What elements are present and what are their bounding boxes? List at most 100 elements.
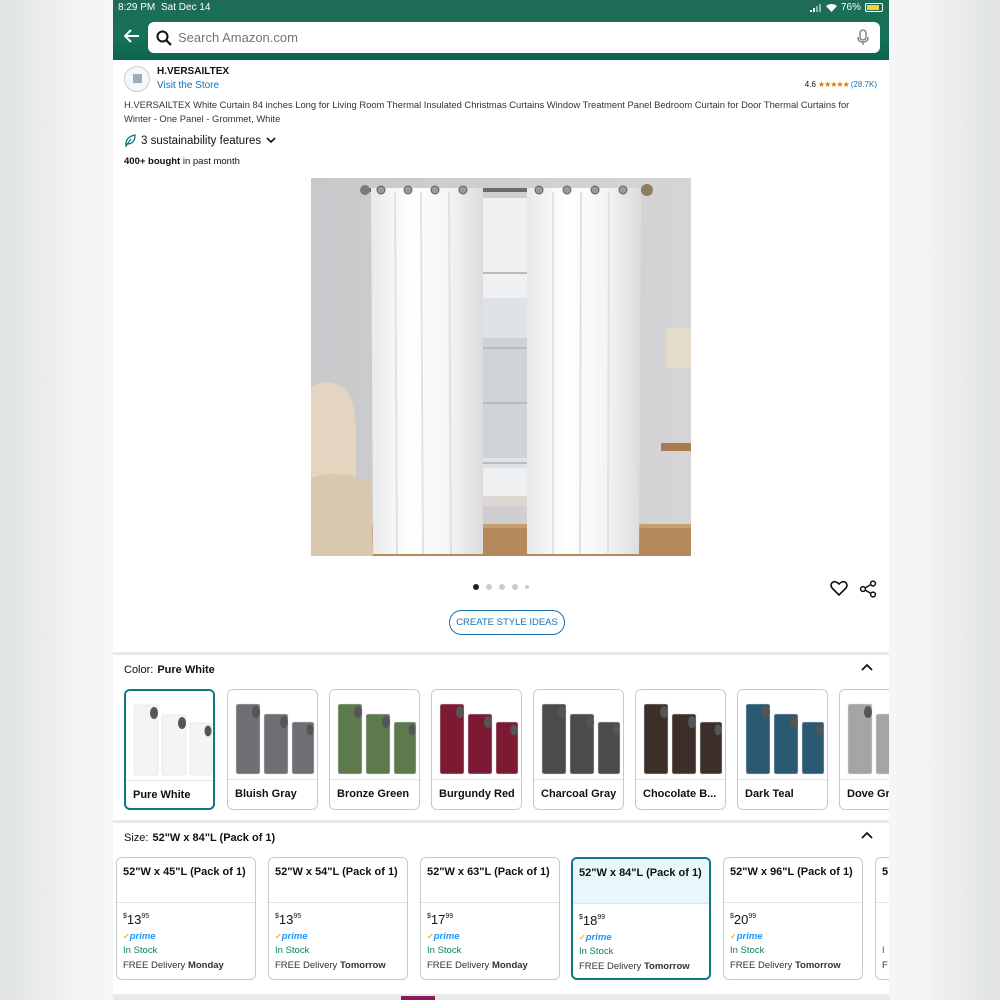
color-option[interactable]: Dove Gr	[839, 689, 889, 810]
delivery-info: FREE Delivery Tomorrow	[730, 960, 841, 971]
carousel-dot[interactable]	[473, 584, 479, 590]
size-option[interactable]: 52"W x 63"L (Pack of 1) $1799 ✓prime In Sto…	[420, 857, 560, 980]
size-option[interactable]: 5 IF	[875, 857, 889, 980]
bottom-bar	[113, 994, 889, 1000]
color-option-image	[636, 690, 725, 780]
product-image[interactable]	[311, 178, 691, 556]
image-carousel-dots[interactable]	[473, 584, 529, 590]
delivery-day: Monday	[187, 960, 224, 971]
microphone-icon[interactable]	[856, 29, 870, 46]
color-option-image	[738, 690, 827, 780]
delivery-info: FREE Delivery Tomorrow	[275, 960, 386, 971]
price-dollars: 18	[582, 913, 598, 928]
search-bar[interactable]	[148, 22, 880, 53]
leaf-icon	[125, 134, 136, 147]
status-date: Sat Dec 14	[161, 2, 211, 13]
delivery-prefix: FREE Delivery	[730, 960, 793, 971]
size-option-name: 52"W x 45"L (Pack of 1)	[117, 858, 255, 903]
delivery-day: Monday	[491, 960, 528, 971]
sustainability-features[interactable]: 3 sustainability features	[124, 134, 276, 147]
delivery-info: F	[882, 960, 888, 971]
size-option[interactable]: 52"W x 84"L (Pack of 1) $1899 ✓prime In Sto…	[571, 857, 711, 980]
color-option[interactable]: Bronze Green	[329, 689, 420, 810]
color-option-image	[228, 690, 317, 780]
prime-badge: ✓prime	[123, 931, 156, 942]
size-option-name: 52"W x 54"L (Pack of 1)	[269, 858, 407, 903]
delivery-info: FREE Delivery Monday	[123, 960, 224, 971]
back-arrow-icon[interactable]	[121, 26, 143, 48]
signal-icon	[809, 3, 821, 12]
color-option-label: Pure White	[133, 789, 191, 801]
delivery-info: FREE Delivery Monday	[427, 960, 528, 971]
rating-value: 4.6	[804, 80, 816, 89]
size-option[interactable]: 52"W x 45"L (Pack of 1) $1395 ✓prime In Sto…	[116, 857, 256, 980]
prime-badge-label: prime	[281, 931, 308, 942]
create-style-ideas-button[interactable]: CREATE STYLE IDEAS	[449, 610, 565, 635]
prime-badge: ✓prime	[579, 932, 612, 943]
price-currency: $	[275, 913, 279, 920]
color-option[interactable]: Burgundy Red	[431, 689, 522, 810]
price-dollars: 13	[126, 912, 142, 927]
bought-count: 400+ bought in past month	[124, 156, 240, 167]
carousel-dot[interactable]	[486, 584, 492, 590]
size-option[interactable]: 52"W x 54"L (Pack of 1) $1395 ✓prime In Sto…	[268, 857, 408, 980]
chevron-up-icon[interactable]	[861, 831, 873, 839]
price-dollars: 13	[278, 912, 294, 927]
color-option-label: Bluish Gray	[235, 788, 297, 800]
size-option-price: $2099	[730, 912, 756, 927]
size-option-price: $1899	[579, 913, 605, 928]
selected-size: 52"W x 84"L (Pack of 1)	[152, 832, 276, 844]
prime-badge-label: prime	[129, 931, 156, 942]
color-option[interactable]: Charcoal Gray	[533, 689, 624, 810]
share-icon[interactable]	[859, 580, 877, 598]
visit-store-link[interactable]: Visit the Store	[157, 80, 219, 91]
delivery-day: Tomorrow	[339, 960, 386, 971]
color-option-label: Chocolate B...	[643, 788, 717, 800]
stock-status: In Stock	[427, 945, 462, 956]
price-currency: $	[427, 913, 431, 920]
carousel-dot[interactable]	[499, 584, 505, 590]
size-option-price: $1395	[123, 912, 149, 927]
size-option-name: 52"W x 84"L (Pack of 1)	[573, 859, 709, 904]
price-cents: 95	[293, 913, 302, 920]
size-option-name: 52"W x 96"L (Pack of 1)	[724, 858, 862, 903]
color-option-image	[126, 691, 213, 781]
divider	[113, 652, 889, 655]
color-option-label: Dark Teal	[745, 788, 794, 800]
color-option-image	[534, 690, 623, 780]
color-option-image	[330, 690, 419, 780]
store-logo[interactable]	[124, 66, 150, 92]
delivery-prefix: FREE Delivery	[579, 961, 642, 972]
price-currency: $	[123, 913, 127, 920]
size-option-price: $1799	[427, 912, 453, 927]
delivery-prefix: FREE Delivery	[427, 960, 490, 971]
size-label: Size: 52"W x 84"L (Pack of 1)	[124, 832, 275, 844]
color-option[interactable]: Chocolate B...	[635, 689, 726, 810]
price-cents: 99	[597, 914, 606, 921]
color-option[interactable]: Dark Teal	[737, 689, 828, 810]
selected-color: Pure White	[157, 664, 215, 676]
price-currency: $	[730, 913, 734, 920]
prime-badge: ✓prime	[275, 931, 308, 942]
size-option[interactable]: 52"W x 96"L (Pack of 1) $2099 ✓prime In Sto…	[723, 857, 863, 980]
prime-badge-label: prime	[585, 932, 612, 943]
color-option[interactable]: Pure White	[124, 689, 215, 810]
size-label-prefix: Size:	[124, 832, 149, 844]
size-option-name: 52"W x 63"L (Pack of 1)	[421, 858, 559, 903]
heart-icon[interactable]	[830, 579, 848, 597]
price-currency: $	[579, 914, 583, 921]
stock-status: In Stock	[123, 945, 158, 956]
carousel-dot[interactable]	[525, 585, 529, 589]
rating[interactable]: 4.6 ★★★★★ (28.7K)	[805, 80, 877, 89]
rating-count[interactable]: (28.7K)	[851, 80, 877, 89]
delivery-prefix: FREE Delivery	[123, 960, 186, 971]
color-option-label: Bronze Green	[337, 788, 410, 800]
color-label-prefix: Color:	[124, 664, 154, 676]
delivery-prefix: FREE Delivery	[275, 960, 338, 971]
chevron-up-icon[interactable]	[861, 663, 873, 671]
search-input[interactable]	[178, 30, 818, 45]
carousel-dot[interactable]	[512, 584, 518, 590]
delivery-info: FREE Delivery Tomorrow	[579, 961, 690, 972]
status-time: 8:29 PM	[118, 2, 156, 13]
color-option[interactable]: Bluish Gray	[227, 689, 318, 810]
